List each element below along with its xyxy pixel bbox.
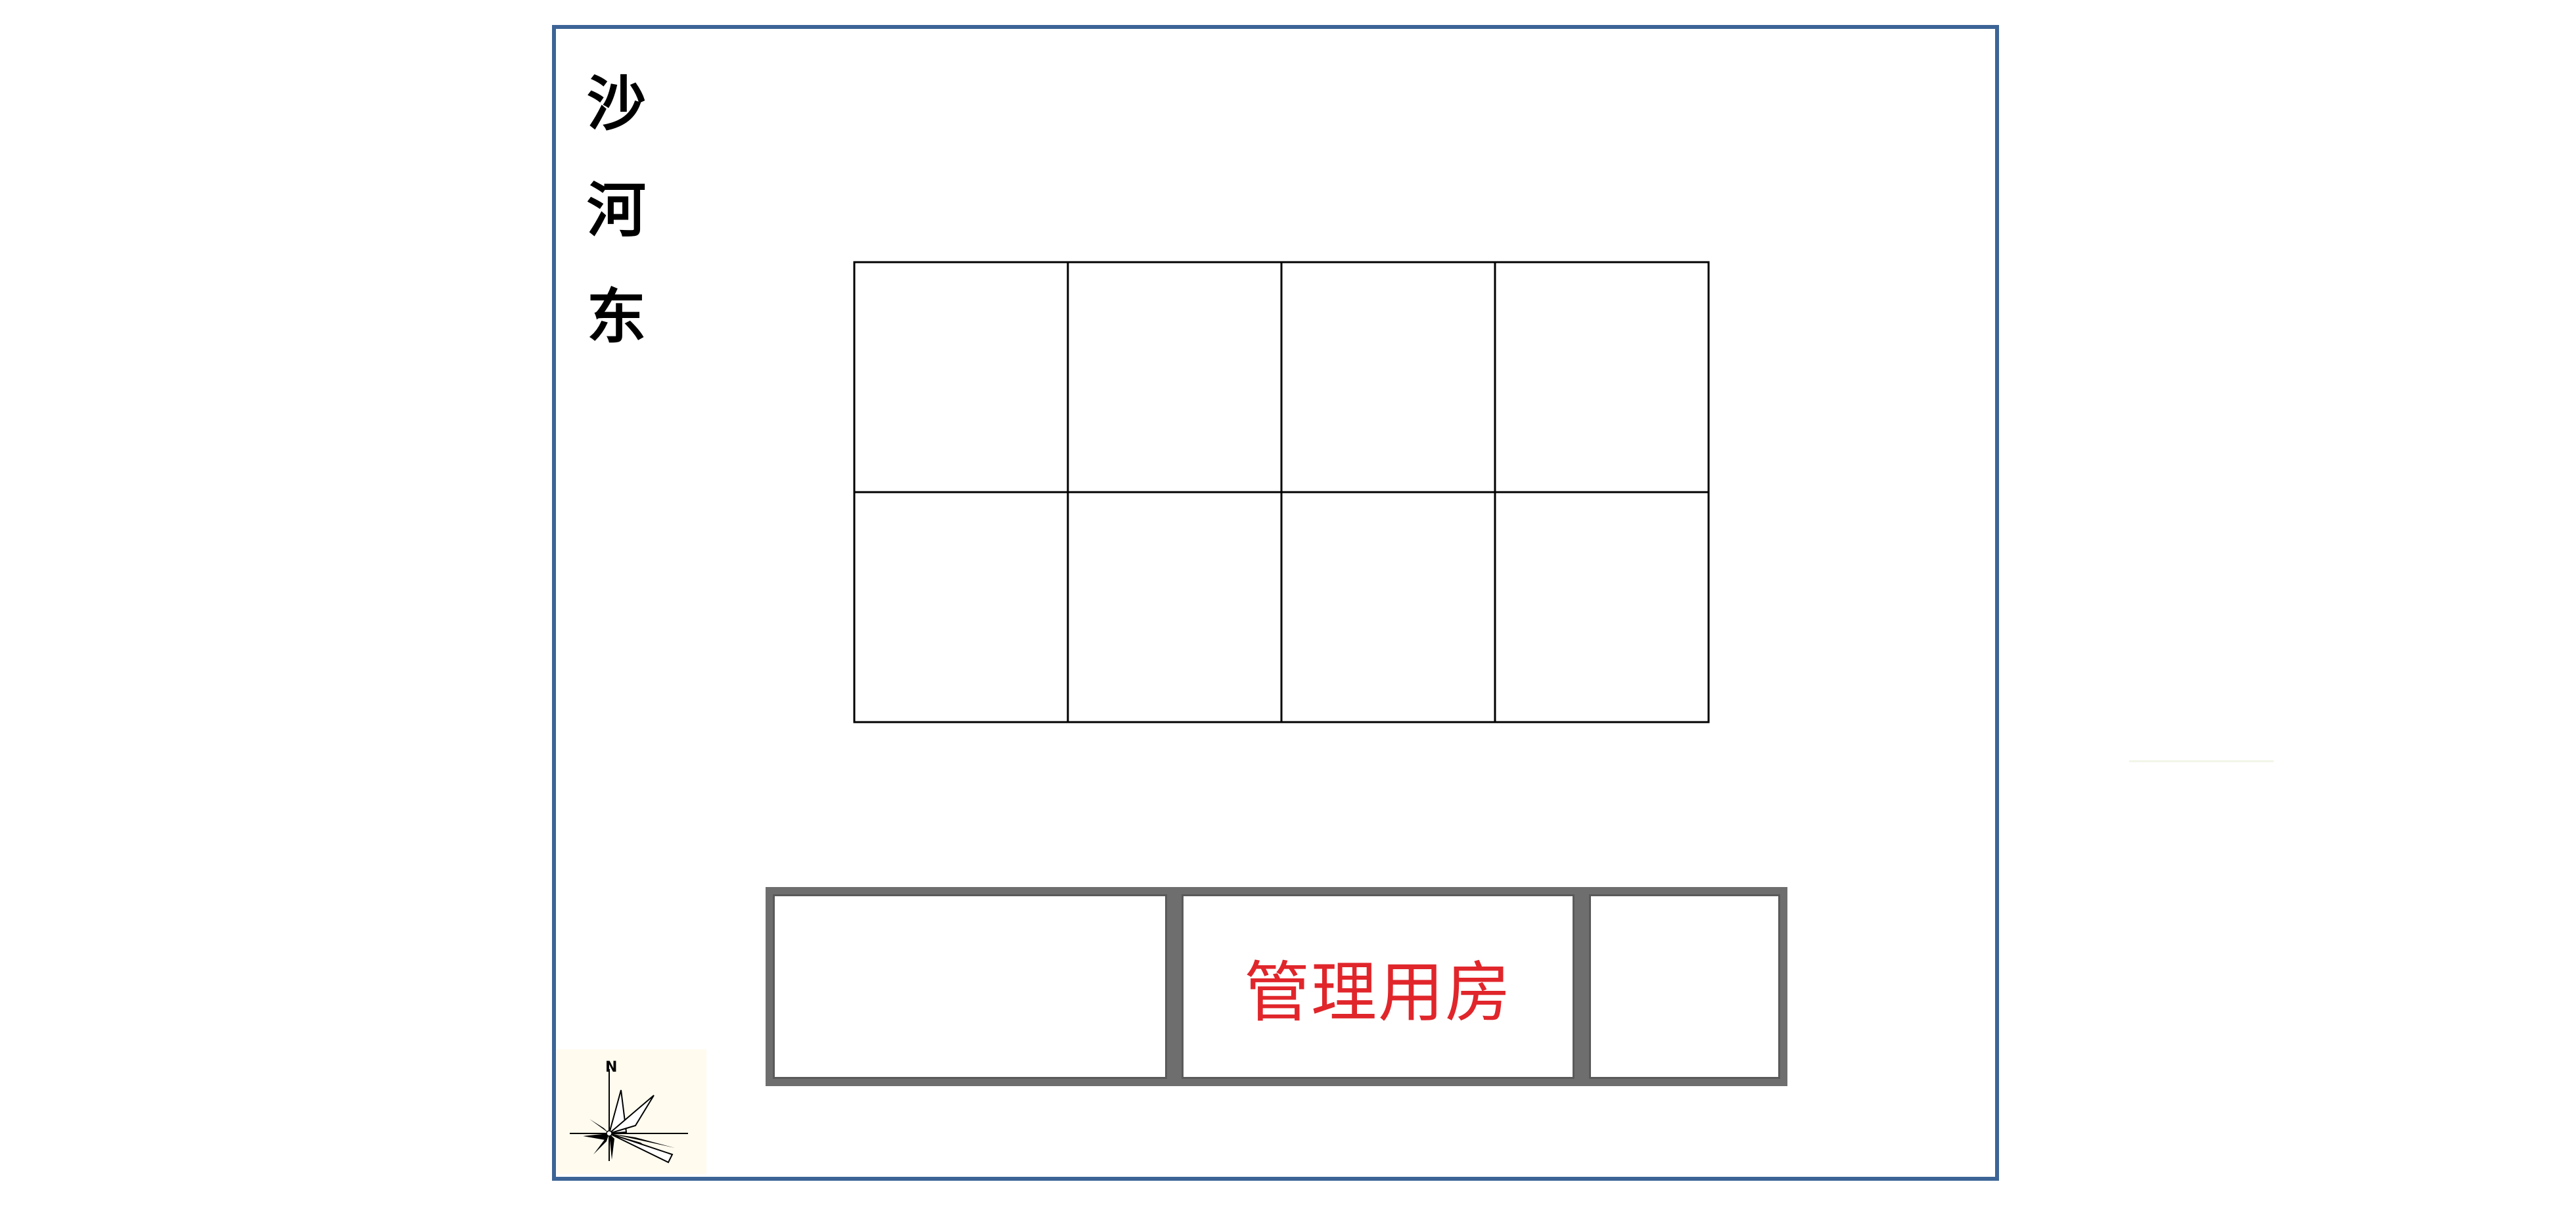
parking-cell	[853, 491, 1069, 723]
parking-cell	[1067, 261, 1283, 493]
compass-petal-s	[609, 1133, 614, 1160]
parking-cell	[1494, 261, 1710, 493]
parking-cell	[1494, 491, 1710, 723]
compass-petal-se-light	[609, 1133, 674, 1164]
building-west-interior	[773, 894, 1167, 1079]
compass-center	[606, 1130, 612, 1137]
compass-petal-nw	[589, 1119, 609, 1133]
north-arrow-compass: N	[557, 1049, 706, 1174]
parking-cell	[1067, 491, 1283, 723]
parking-cell	[1280, 491, 1496, 723]
management-building-interior: 管理用房	[1182, 894, 1575, 1079]
management-building: 管理用房	[1174, 887, 1582, 1086]
building-west	[766, 887, 1174, 1086]
compass-icon: N	[570, 1059, 688, 1164]
building-east	[1582, 887, 1787, 1086]
parking-cell	[1280, 261, 1496, 493]
parking-cell	[853, 261, 1069, 493]
road-label: 沙河东	[587, 70, 646, 352]
parking-grid	[853, 261, 1710, 723]
management-building-label: 管理用房	[1244, 954, 1512, 1031]
faint-line-mark	[2129, 760, 2274, 762]
compass-north-letter: N	[605, 1059, 617, 1076]
parking-grid-lines	[853, 261, 1710, 723]
building-east-interior	[1589, 894, 1780, 1079]
